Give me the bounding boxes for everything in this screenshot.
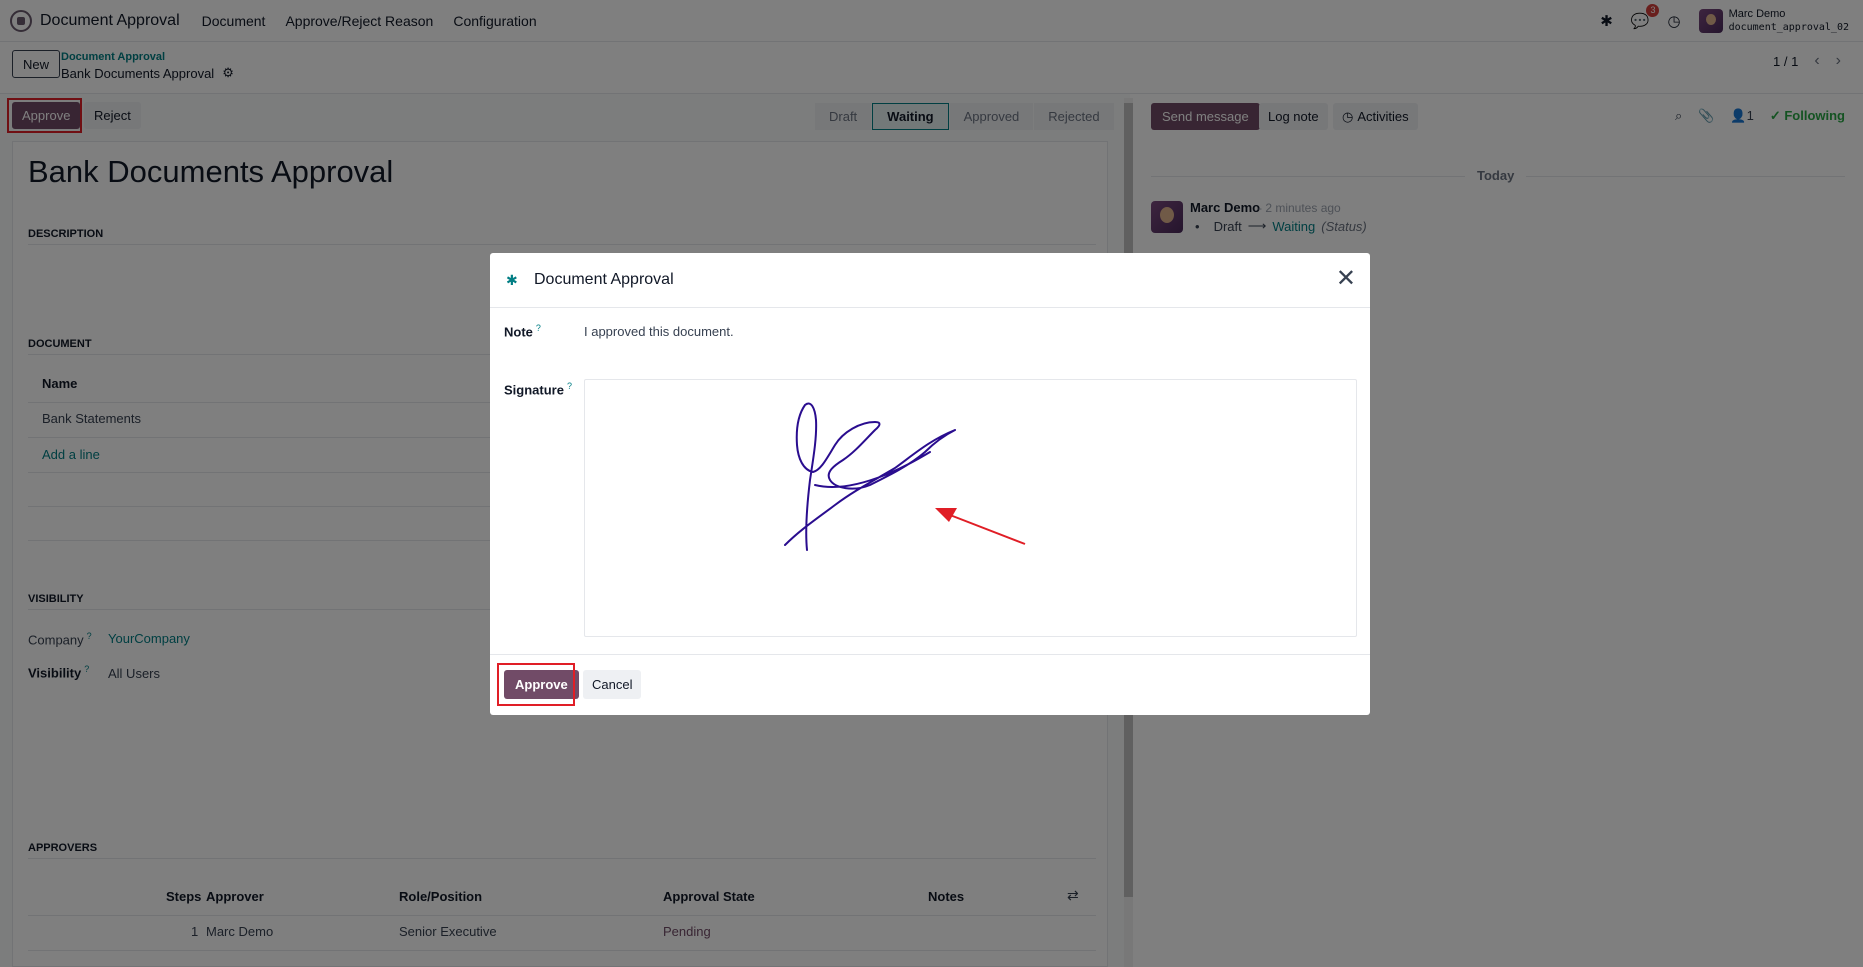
help-mark[interactable]: ? xyxy=(536,323,541,333)
dialog-title: Document Approval xyxy=(534,271,674,288)
dialog-cancel-button[interactable]: Cancel xyxy=(583,670,642,699)
annotation-arrow-head xyxy=(935,508,957,522)
signature-stroke xyxy=(784,402,956,551)
signature-pad[interactable] xyxy=(584,379,1357,637)
highlight-box xyxy=(497,663,575,706)
note-label-text: Note xyxy=(504,324,533,340)
signature-label: Signature? xyxy=(504,381,572,397)
help-mark[interactable]: ? xyxy=(567,381,572,391)
signature-label-text: Signature xyxy=(504,382,564,398)
close-icon[interactable]: ✕ xyxy=(1336,267,1356,291)
bug-icon: ✱ xyxy=(506,272,518,288)
note-field[interactable]: I approved this document. xyxy=(584,324,734,339)
dialog-footer: Approve Cancel xyxy=(490,654,1370,715)
signature-drawing xyxy=(784,402,1026,551)
dialog-header: ✱ Document Approval ✕ xyxy=(490,253,1370,308)
annotation-arrow-line xyxy=(949,514,1026,545)
note-label: Note? xyxy=(504,323,541,339)
approval-dialog: ✱ Document Approval ✕ Note? I approved t… xyxy=(490,253,1370,715)
